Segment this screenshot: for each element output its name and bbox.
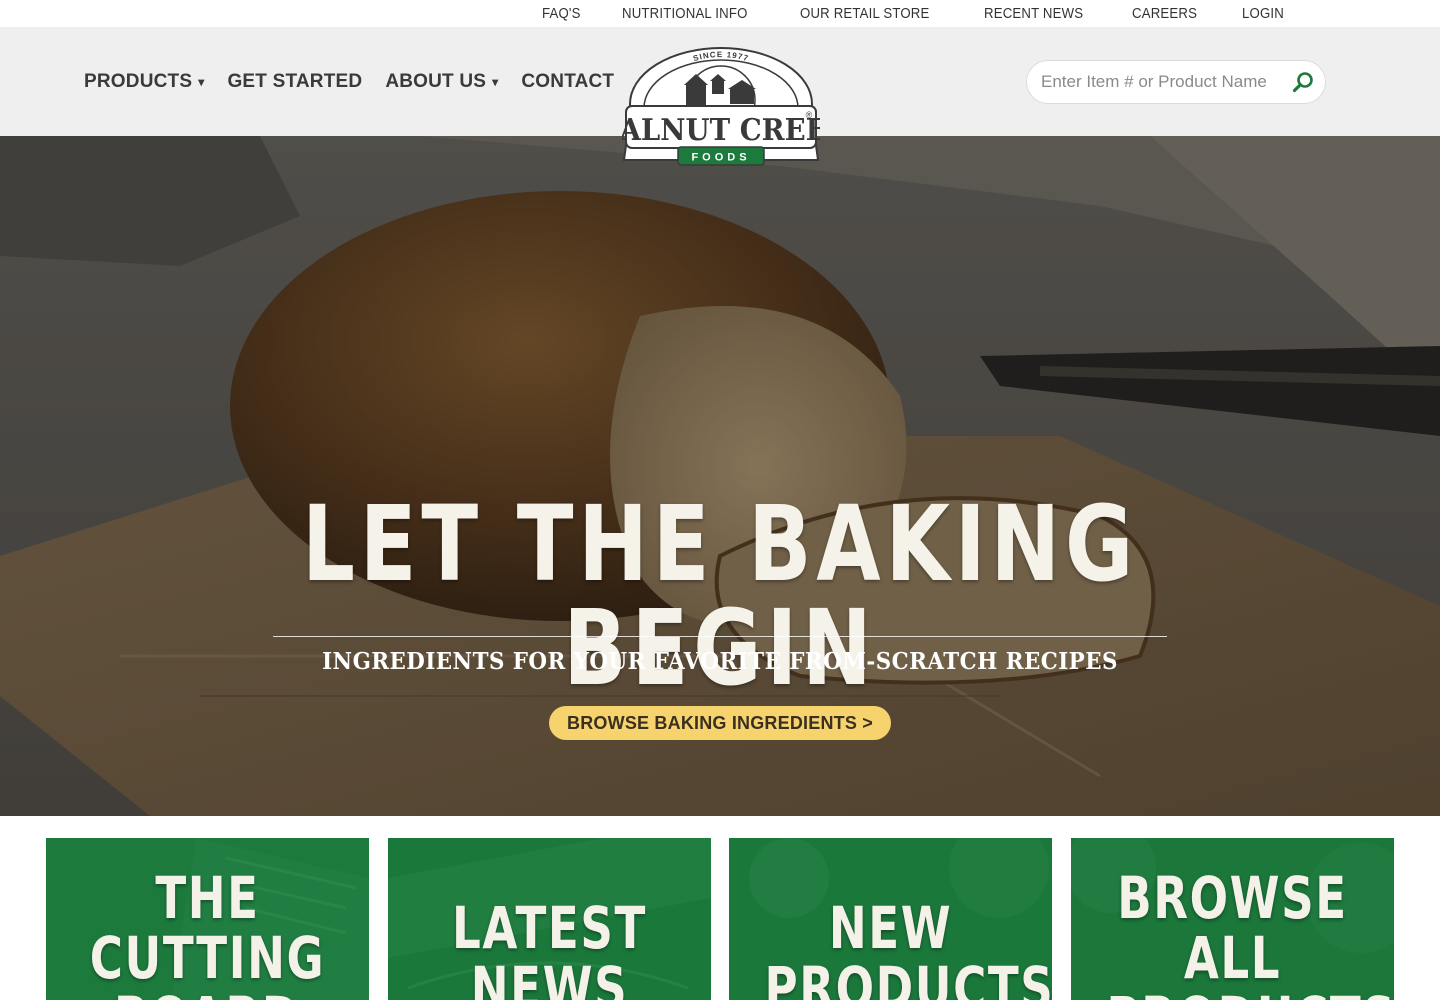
tile-label-line1: THE: [155, 864, 260, 932]
utility-bar: FAQ'S NUTRITIONAL INFO OUR RETAIL STORE …: [0, 0, 1440, 27]
util-link-nutritional-info[interactable]: NUTRITIONAL INFO: [622, 5, 748, 22]
logo-brand-text: WALNUT CREEK: [622, 112, 820, 147]
nav-item-products-label: PRODUCTS: [84, 70, 193, 92]
logo-foods-text: FOODS: [691, 152, 750, 164]
nav-item-about-us[interactable]: ABOUT US ▾: [385, 71, 498, 93]
caret-down-icon: ▾: [492, 74, 499, 89]
tile-label-line2: PRODUCTS: [764, 954, 1052, 1000]
tile-label-line3: BOARD: [82, 988, 334, 1000]
tile-label-line1: BROWSE: [1117, 864, 1348, 932]
tile-label-line3: PRODUCTS: [1107, 988, 1394, 1000]
tile-label-line2: NEWS: [470, 954, 629, 1000]
util-link-retail-store[interactable]: OUR RETAIL STORE: [800, 5, 929, 22]
tile-cutting-board[interactable]: THE CUTTING BOARD: [46, 838, 369, 1000]
search-icon[interactable]: [1291, 70, 1315, 94]
tile-label-line2: ALL: [1183, 924, 1282, 992]
browse-baking-ingredients-button[interactable]: BROWSE BAKING INGREDIENTS >: [549, 706, 891, 740]
util-link-login[interactable]: LOGIN: [1242, 5, 1284, 22]
util-link-faqs[interactable]: FAQ'S: [542, 5, 581, 22]
nav-item-contact[interactable]: CONTACT: [521, 71, 614, 93]
tile-latest-news[interactable]: LATEST NEWS: [388, 838, 711, 1000]
nav-item-products[interactable]: PRODUCTS ▾: [84, 71, 204, 93]
nav-item-contact-label: CONTACT: [521, 70, 615, 92]
hero-subtitle: INGREDIENTS FOR YOUR FAVORITE FROM-SCRAT…: [322, 648, 1118, 675]
tile-label-line2: CUTTING: [89, 924, 326, 992]
util-link-recent-news[interactable]: RECENT NEWS: [984, 5, 1083, 22]
feature-tiles: THE CUTTING BOARD LATEST NEWS NEW PRODUC…: [46, 838, 1394, 1000]
search-box: [1026, 60, 1326, 104]
caret-down-icon: ▾: [198, 74, 205, 89]
tile-label-line1: LATEST: [452, 894, 647, 962]
nav-item-get-started-label: GET STARTED: [227, 70, 363, 92]
logo-registered-mark: ®: [806, 110, 813, 120]
hero-banner: LET THE BAKING BEGIN INGREDIENTS FOR YOU…: [0, 136, 1440, 816]
search-input[interactable]: [1027, 72, 1277, 92]
walnut-creek-logo[interactable]: SINCE 1977 WALNUT CREEK ® FOODS: [589, 44, 852, 174]
nav-item-about-us-label: ABOUT US: [385, 70, 487, 92]
util-link-careers[interactable]: CAREERS: [1132, 5, 1197, 22]
main-nav: PRODUCTS ▾ GET STARTED ABOUT US ▾ CONTAC…: [84, 27, 614, 136]
tile-label-line1: NEW: [828, 894, 953, 962]
utility-nav: FAQ'S NUTRITIONAL INFO OUR RETAIL STORE …: [542, 0, 1290, 27]
hero-divider: [273, 636, 1167, 637]
tile-new-products[interactable]: NEW PRODUCTS: [729, 838, 1052, 1000]
tile-browse-all-products[interactable]: BROWSE ALL PRODUCTS: [1071, 838, 1394, 1000]
nav-item-get-started[interactable]: GET STARTED: [227, 71, 362, 93]
